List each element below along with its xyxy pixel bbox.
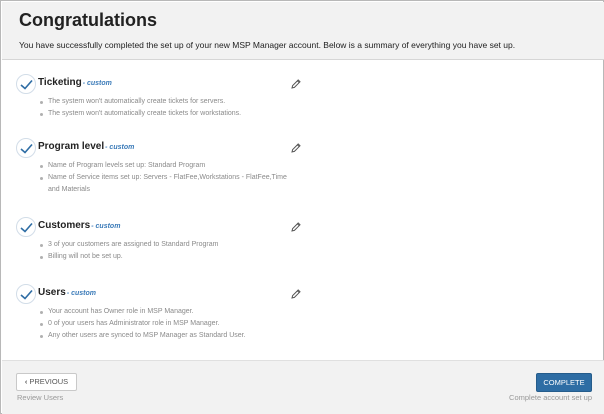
header: Congratulations You have successfully co… (2, 2, 604, 60)
section-bullets: 3 of your customers are assigned to Stan… (38, 239, 318, 263)
previous-button[interactable]: ‹ PREVIOUS (16, 373, 77, 391)
summary-content: Ticketing- custom The system won't autom… (2, 61, 604, 360)
section-title-text: Customers (38, 220, 91, 231)
page-subtitle: You have successfully completed the set … (19, 40, 516, 50)
complete-caption: Complete account set up (509, 393, 592, 402)
edit-ticketing-pencil-icon[interactable] (290, 77, 302, 89)
footer: ‹ PREVIOUS Review Users COMPLETE Complete… (2, 360, 604, 414)
section-bullets: The system won't automatically create ti… (38, 96, 318, 120)
check-icon (16, 284, 36, 304)
section-bullets: Name of Program levels set up: Standard … (38, 160, 300, 196)
list-item: Billing will not be set up. (38, 251, 318, 263)
section-title-text: Ticketing (38, 77, 82, 88)
list-item: Any other users are synced to MSP Manage… (38, 330, 318, 342)
edit-customers-pencil-icon[interactable] (290, 220, 302, 232)
check-icon (16, 74, 36, 94)
list-item: Name of Program levels set up: Standard … (38, 160, 300, 172)
previous-step-caption: Review Users (17, 393, 64, 402)
list-item: 0 of your users has Administrator role i… (38, 318, 318, 330)
custom-tag: - custom (91, 223, 121, 230)
list-item: Name of Service items set up: Servers - … (38, 172, 300, 196)
list-item: The system won't automatically create ti… (38, 108, 318, 120)
setup-summary-window: Congratulations You have successfully co… (0, 0, 604, 414)
edit-program-level-pencil-icon[interactable] (290, 141, 302, 153)
section-title: Users- custom (38, 287, 96, 298)
custom-tag: - custom (105, 144, 135, 151)
custom-tag: - custom (66, 290, 96, 297)
list-item: The system won't automatically create ti… (38, 96, 318, 108)
section-title-text: Program level (38, 141, 105, 152)
check-icon (16, 138, 36, 158)
complete-button[interactable]: COMPLETE (536, 373, 592, 392)
section-title: Program level- custom (38, 141, 134, 152)
page-title: Congratulations (19, 10, 157, 30)
check-icon (16, 217, 36, 237)
section-title: Customers- custom (38, 220, 120, 231)
section-title-text: Users (38, 287, 66, 298)
edit-users-pencil-icon[interactable] (290, 287, 302, 299)
section-bullets: Your account has Owner role in MSP Manag… (38, 306, 318, 342)
list-item: Your account has Owner role in MSP Manag… (38, 306, 318, 318)
previous-button-label: PREVIOUS (29, 377, 69, 386)
chevron-left-icon: ‹ (24, 377, 28, 386)
list-item: 3 of your customers are assigned to Stan… (38, 239, 318, 251)
custom-tag: - custom (82, 80, 112, 87)
section-title: Ticketing- custom (38, 77, 112, 88)
